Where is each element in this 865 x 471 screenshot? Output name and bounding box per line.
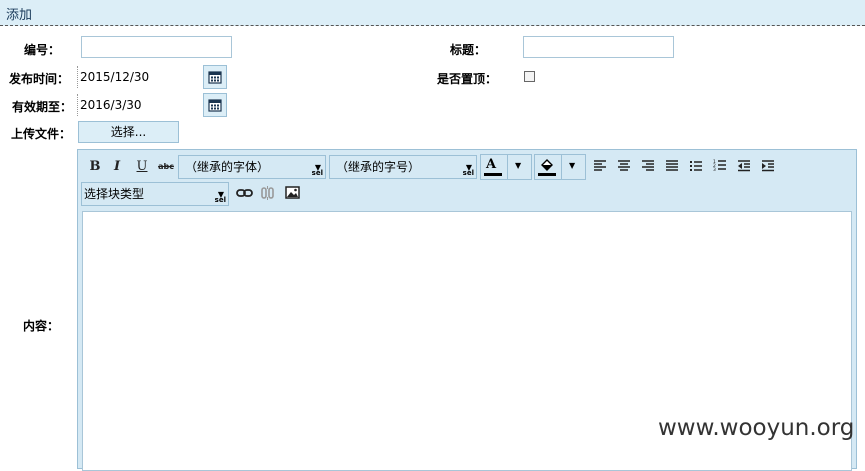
select-icon: sel (311, 169, 323, 177)
block-type-select[interactable]: 选择块类型 ▼ sel (81, 182, 229, 206)
bold-icon[interactable]: B (86, 158, 104, 176)
block-type-value: 选择块类型 (84, 187, 145, 201)
number-input[interactable] (81, 36, 232, 58)
publish-time-calendar-button[interactable] (203, 65, 227, 89)
select-icon: sel (462, 169, 474, 177)
outdent-icon[interactable] (737, 160, 751, 172)
justify-icon[interactable] (665, 160, 679, 172)
select-icon: sel (214, 196, 226, 204)
pin-checkbox[interactable] (524, 71, 535, 82)
font-family-select[interactable]: （继承的字体） ▼ sel (178, 155, 326, 179)
strikethrough-icon[interactable]: abc (157, 158, 175, 176)
numbered-list-icon[interactable]: 123 (713, 159, 727, 172)
link-icon[interactable] (236, 187, 253, 199)
upload-label: 上传文件： (11, 127, 72, 141)
valid-until-label: 有效期至： (12, 100, 73, 114)
underline-icon[interactable]: U (133, 158, 151, 176)
highlight-color-button[interactable]: ▼ (534, 154, 586, 180)
panel-title: 添加 (6, 8, 33, 23)
calendar-icon (208, 99, 222, 112)
font-size-value: （继承的字号） (336, 160, 421, 174)
image-icon[interactable] (285, 186, 300, 199)
title-label: 标题： (450, 43, 487, 57)
valid-until-field[interactable]: 2016/3/30 (77, 94, 142, 116)
calendar-icon (208, 71, 222, 84)
svg-text:3: 3 (713, 167, 716, 172)
align-left-icon[interactable] (593, 160, 607, 172)
highlight-color-icon (541, 159, 553, 171)
highlight-color-swatch (538, 173, 556, 176)
title-input[interactable] (523, 36, 674, 58)
number-label: 编号： (24, 43, 61, 57)
indent-icon[interactable] (761, 160, 775, 172)
align-right-icon[interactable] (641, 160, 655, 172)
italic-icon[interactable]: I (108, 158, 126, 176)
dropdown-arrow-icon: ▼ (569, 161, 576, 170)
bullet-list-icon[interactable] (689, 160, 703, 172)
publish-time-label: 发布时间： (9, 72, 70, 86)
pin-label: 是否置顶： (437, 72, 498, 86)
font-color-button[interactable]: A ▼ (480, 154, 532, 180)
align-center-icon[interactable] (617, 160, 631, 172)
unlink-icon[interactable] (260, 185, 275, 201)
watermark-text: www.wooyun.org (658, 415, 855, 441)
font-color-icon: A (486, 157, 497, 172)
font-size-select[interactable]: （继承的字号） ▼ sel (329, 155, 477, 179)
choose-file-button[interactable]: 选择... (78, 121, 179, 143)
content-label: 内容： (23, 319, 60, 333)
font-color-swatch (484, 173, 502, 176)
font-family-value: （继承的字体） (185, 160, 270, 174)
valid-until-calendar-button[interactable] (203, 93, 227, 117)
panel-header: 添加 (0, 0, 865, 26)
publish-time-field[interactable]: 2015/12/30 (77, 66, 149, 88)
dropdown-arrow-icon: ▼ (515, 161, 522, 170)
